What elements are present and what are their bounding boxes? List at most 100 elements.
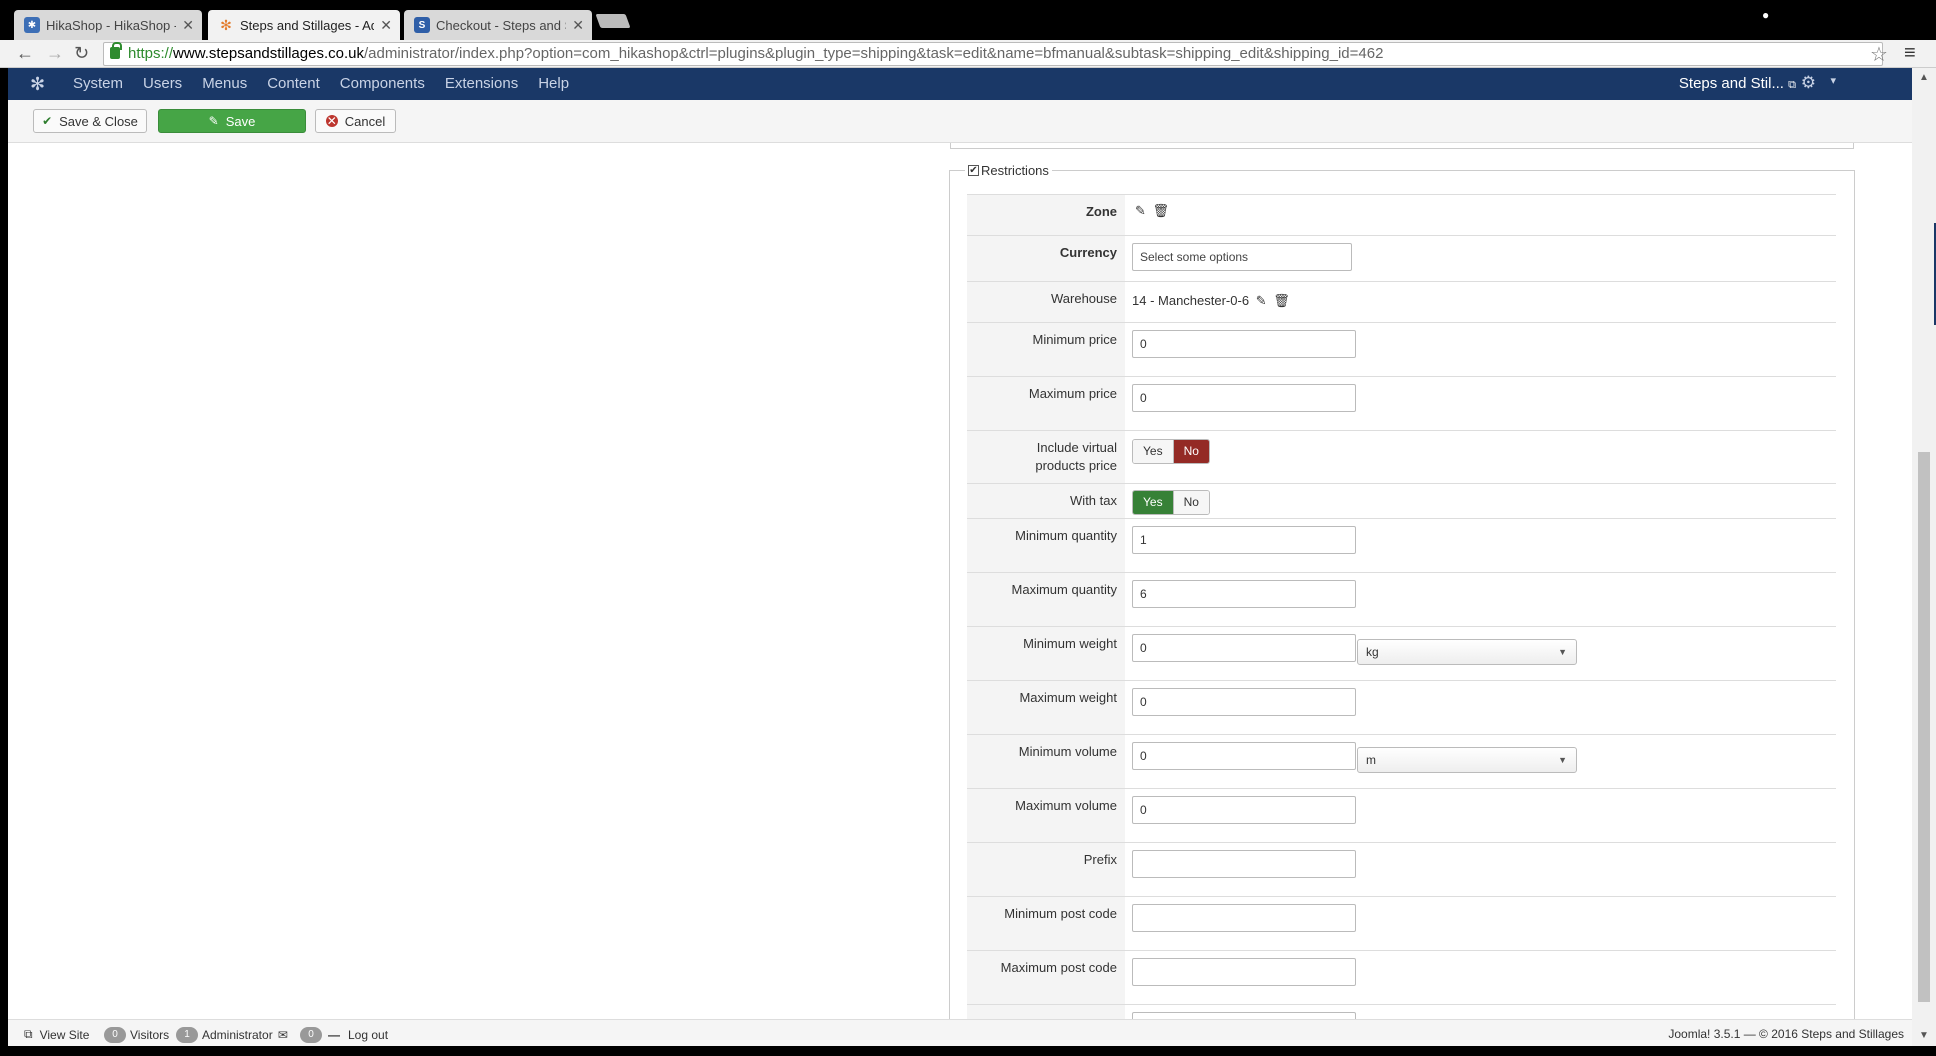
pencil-edit-icon[interactable]: ✎	[1256, 293, 1267, 308]
tab-title: Steps and Stillages - Adm	[240, 17, 375, 33]
scroll-down-icon[interactable]: ▼	[1919, 1030, 1929, 1041]
gear-icon[interactable]: ⚙	[1801, 73, 1816, 93]
menu-users[interactable]: Users	[143, 68, 182, 100]
max-weight-label: Maximum weight	[967, 681, 1125, 734]
new-tab-button[interactable]	[595, 14, 631, 28]
url-field[interactable]: https://www.stepsandstillages.co.uk/admi…	[103, 42, 1883, 66]
url-host: www.stepsandstillages.co.uk	[173, 45, 364, 62]
messages-status[interactable]: 0 — Log out	[300, 1027, 388, 1043]
volume-unit-value: m	[1366, 753, 1376, 767]
scroll-up-icon[interactable]: ▲	[1919, 72, 1929, 83]
with-tax-no-button[interactable]: No	[1172, 491, 1209, 514]
max-price-input[interactable]: 0	[1132, 384, 1356, 412]
cancel-label: Cancel	[344, 113, 386, 129]
weight-unit-value: kg	[1366, 645, 1379, 659]
prefix-input[interactable]	[1132, 850, 1356, 878]
joomla-logo-icon[interactable]: ✻	[30, 74, 45, 95]
save-button[interactable]: ✎ Save	[158, 109, 306, 133]
visitors-label: Visitors	[130, 1028, 170, 1042]
save-label: Save	[225, 113, 256, 129]
with-tax-toggle: Yes No	[1132, 490, 1210, 515]
with-tax-label: With tax	[967, 484, 1125, 518]
menu-help[interactable]: Help	[538, 68, 569, 100]
min-weight-row: Minimum weight 0 kg ▼	[967, 626, 1836, 680]
currency-multiselect[interactable]: Select some options	[1132, 243, 1352, 271]
chevron-down-icon[interactable]: ▾	[1830, 74, 1836, 87]
forward-icon[interactable]: →	[46, 43, 64, 64]
max-post-label: Maximum post code	[967, 951, 1125, 1004]
max-qty-input[interactable]: 6	[1132, 580, 1356, 608]
with-tax-yes-button[interactable]: Yes	[1133, 491, 1173, 514]
tab-steps-admin[interactable]: ✻ Steps and Stillages - Adm ✕	[208, 10, 400, 40]
toolbar: ✔ Save & Close ✎ Save ✕ Cancel	[8, 100, 1912, 143]
max-volume-label: Maximum volume	[967, 789, 1125, 842]
site-name-link[interactable]: Steps and Stil... ⧉	[1679, 68, 1796, 101]
menu-content[interactable]: Content	[267, 68, 320, 100]
trash-icon[interactable]: 🗑	[1273, 293, 1290, 308]
tab-title: HikaShop - HikaShop - To	[46, 17, 176, 33]
close-tab-icon[interactable]: ✕	[380, 17, 392, 34]
pencil-edit-icon[interactable]: ✎	[1135, 203, 1146, 218]
menu-extensions[interactable]: Extensions	[445, 68, 518, 100]
address-bar: ← → ↻ https://www.stepsandstillages.co.u…	[0, 40, 1936, 68]
visitors-status[interactable]: 0 Visitors	[104, 1027, 169, 1043]
min-volume-input[interactable]: 0	[1132, 742, 1356, 770]
max-volume-input[interactable]: 0	[1132, 796, 1356, 824]
min-weight-input[interactable]: 0	[1132, 634, 1356, 662]
min-qty-row: Minimum quantity 1	[967, 518, 1836, 572]
next-row-partial	[967, 1004, 1836, 1019]
weight-unit-select[interactable]: kg ▼	[1357, 639, 1577, 665]
footer-copyright: Joomla! 3.5.1 — © 2016 Steps and Stillag…	[1668, 1027, 1904, 1041]
virtual-label-line2: products price	[1035, 458, 1117, 473]
view-site-label: View Site	[39, 1027, 90, 1042]
status-bar: ⧉ View Site 0 Visitors 1 Administrator ✉ 0 — L…	[8, 1019, 1912, 1046]
lock-icon	[110, 42, 122, 59]
virtual-no-button[interactable]: No	[1172, 440, 1209, 463]
max-post-input[interactable]	[1132, 958, 1356, 986]
user-profile-icon[interactable]: ●	[1762, 8, 1769, 22]
trash-icon[interactable]: 🗑	[1153, 203, 1170, 218]
max-price-row: Maximum price 0	[967, 376, 1836, 430]
cancel-button[interactable]: ✕ Cancel	[315, 109, 396, 133]
menu-menus[interactable]: Menus	[202, 68, 247, 100]
admin-badge: 1	[176, 1027, 198, 1043]
window-bottom-edge	[0, 1046, 1936, 1056]
currency-label: Currency	[967, 236, 1125, 281]
back-icon[interactable]: ←	[16, 43, 34, 64]
min-post-input[interactable]	[1132, 904, 1356, 932]
virtual-yes-button[interactable]: Yes	[1133, 440, 1173, 463]
max-weight-input[interactable]: 0	[1132, 688, 1356, 716]
virtual-label-line1: Include virtual	[1036, 440, 1117, 455]
browser-menu-icon[interactable]: ≡	[1904, 42, 1916, 65]
restrictions-legend[interactable]: ✔ Restrictions	[965, 163, 1052, 178]
minus-icon: —	[328, 1028, 340, 1042]
tab-hikashop[interactable]: ✱ HikaShop - HikaShop - To ✕	[14, 10, 202, 40]
close-tab-icon[interactable]: ✕	[182, 17, 194, 34]
external-link-icon: ⧉	[1788, 79, 1796, 91]
logout-link[interactable]: Log out	[348, 1028, 388, 1042]
view-site-link[interactable]: ⧉ View Site	[24, 1027, 89, 1042]
volume-unit-select[interactable]: m ▼	[1357, 747, 1577, 773]
min-qty-input[interactable]: 1	[1132, 526, 1356, 554]
envelope-icon: ✉	[277, 1028, 288, 1042]
external-link-icon: ⧉	[24, 1027, 33, 1041]
next-row-label	[967, 1005, 1125, 1019]
scroll-thumb[interactable]	[1918, 452, 1930, 1002]
min-price-input[interactable]: 0	[1132, 330, 1356, 358]
menu-system[interactable]: System	[73, 68, 123, 100]
min-qty-label: Minimum quantity	[967, 519, 1125, 572]
virtual-price-row: Include virtual products price Yes No	[967, 430, 1836, 483]
save-close-label: Save & Close	[59, 113, 138, 129]
save-close-button[interactable]: ✔ Save & Close	[33, 109, 147, 133]
bookmark-star-icon[interactable]: ☆	[1870, 42, 1888, 67]
next-row-input[interactable]	[1132, 1012, 1356, 1019]
reload-icon[interactable]: ↻	[74, 43, 89, 64]
close-tab-icon[interactable]: ✕	[572, 17, 584, 34]
tab-checkout[interactable]: S Checkout - Steps and Still ✕	[404, 10, 592, 40]
virtual-price-label: Include virtual products price	[967, 431, 1125, 483]
restrictions-checkbox[interactable]: ✔	[968, 165, 979, 176]
menu-components[interactable]: Components	[340, 68, 425, 100]
administrator-label: Administrator	[202, 1028, 273, 1042]
admin-status[interactable]: 1 Administrator ✉	[176, 1027, 288, 1043]
page-scrollbar[interactable]: ▲ ▼	[1912, 68, 1936, 1046]
